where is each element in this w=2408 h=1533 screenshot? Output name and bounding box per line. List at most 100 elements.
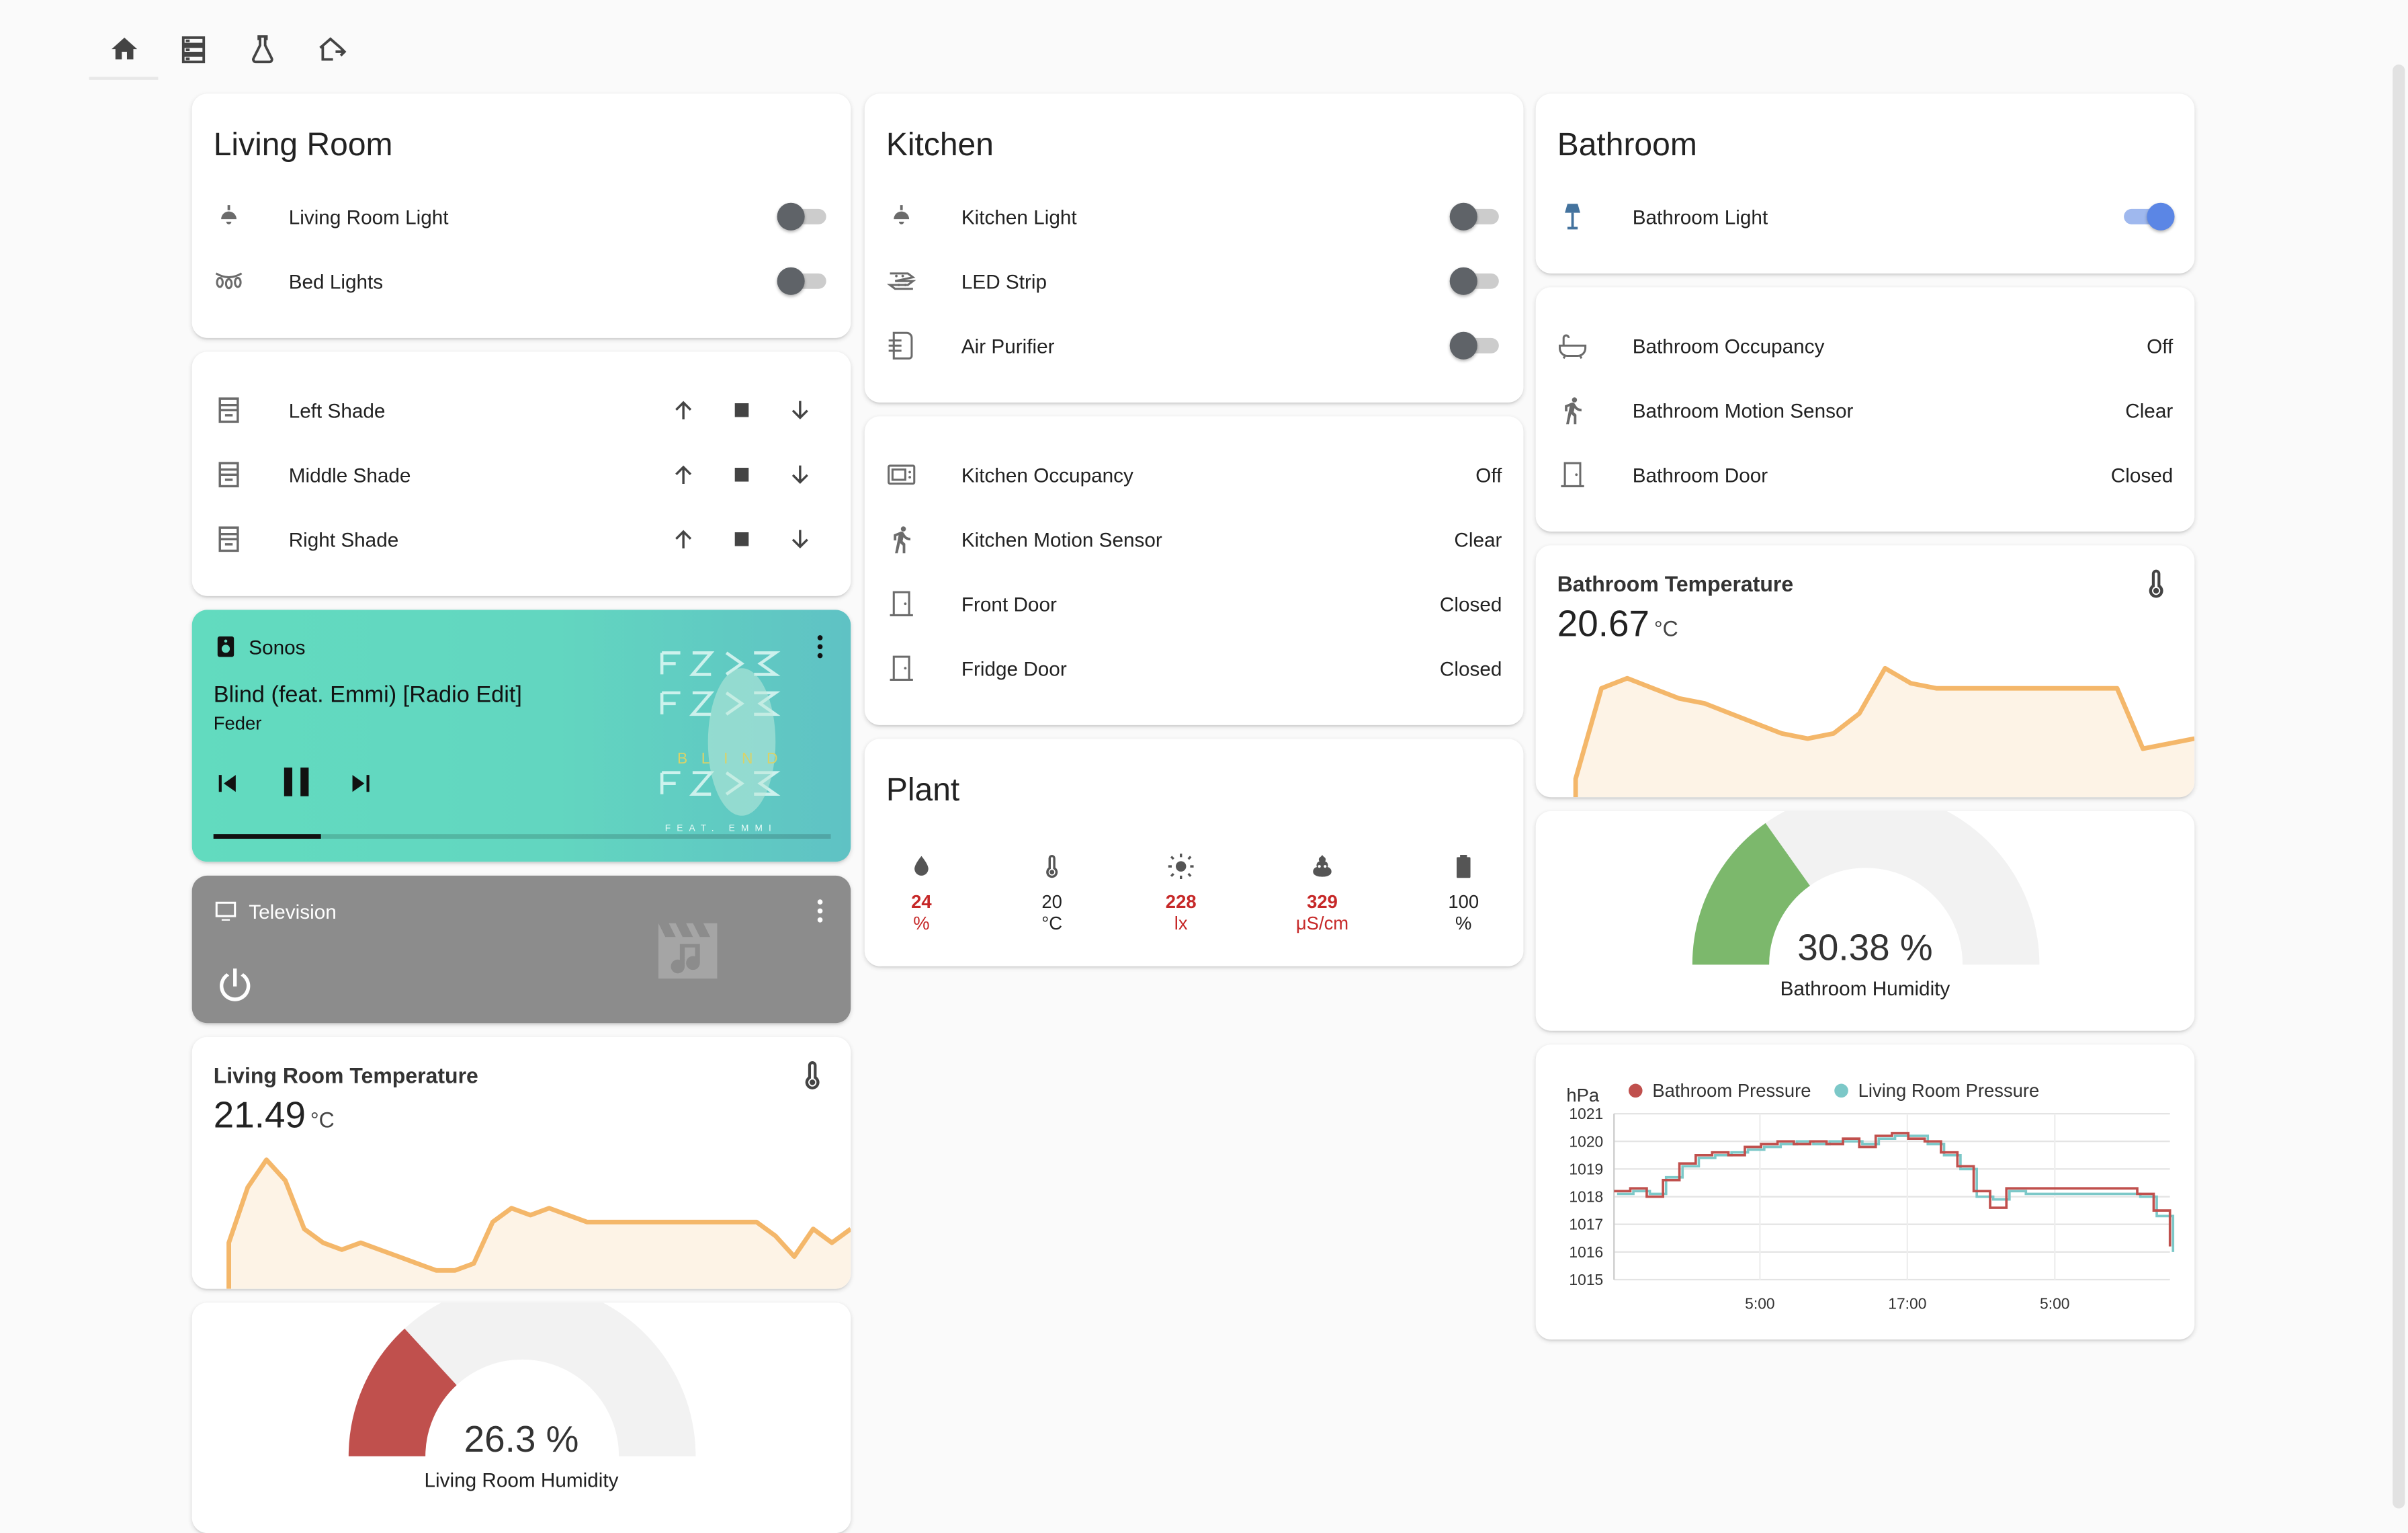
entity-row[interactable]: LED Strip — [886, 263, 1502, 300]
open-button[interactable] — [654, 461, 713, 489]
legend-entry[interactable]: Bathroom Pressure — [1652, 1080, 1811, 1101]
plant-temperature[interactable]: 20 °C — [1006, 853, 1098, 934]
album-art: BLIND FEAT. EMMI — [660, 651, 791, 833]
dashboard: Living Room Living Room Light Bed Lights… — [0, 0, 2408, 1533]
cover-row[interactable]: Middle Shade — [214, 456, 830, 493]
home-icon — [110, 37, 137, 60]
entity-row[interactable]: Living Room Light — [214, 198, 830, 235]
arrow-up-icon — [675, 530, 692, 548]
thermometer-icon — [2149, 569, 2163, 598]
entity-row[interactable]: Bathroom Door Closed — [1557, 456, 2173, 493]
bathtub-icon — [1558, 334, 1587, 360]
card-title: Plant — [886, 772, 960, 809]
tab-home-export[interactable] — [296, 22, 366, 77]
bed-lights-toggle[interactable] — [777, 267, 830, 295]
sensor-value: 21.49 — [213, 1095, 306, 1137]
bathroom-pressure-line — [1614, 1132, 2172, 1247]
ceiling-light-icon — [894, 205, 910, 224]
legend-swatch[interactable] — [1834, 1083, 1848, 1098]
bathroom-sensors-card: Bathroom Occupancy Off Bathroom Motion S… — [1535, 287, 2195, 532]
previous-track-icon[interactable] — [210, 767, 244, 800]
close-button[interactable] — [771, 526, 829, 553]
led-strip-toggle[interactable] — [1449, 267, 1502, 295]
entity-state: Clear — [2125, 399, 2174, 422]
entity-row[interactable]: Fridge Door Closed — [886, 650, 1502, 687]
entity-name: Fridge Door — [961, 657, 1067, 680]
power-icon[interactable] — [214, 963, 257, 1006]
tab-server[interactable] — [158, 22, 227, 77]
tab-home[interactable] — [89, 22, 159, 80]
kitchen-light-toggle[interactable] — [1449, 202, 1502, 231]
entity-name: Kitchen Light — [961, 205, 1077, 229]
page-scrollbar[interactable] — [2393, 64, 2405, 1509]
flask-icon — [251, 35, 273, 64]
air-purifier-toggle[interactable] — [1449, 331, 1502, 360]
stop-button[interactable] — [713, 397, 771, 424]
next-track-icon[interactable] — [344, 767, 378, 800]
legend-swatch[interactable] — [1628, 1083, 1643, 1098]
living-room-temperature-card[interactable]: Living Room Temperature 21.49 °C — [191, 1036, 851, 1289]
plant-value: 20 — [1041, 890, 1062, 913]
arrow-down-icon — [791, 401, 808, 419]
entity-name: Bathroom Door — [1632, 463, 1768, 487]
bathroom-light-toggle[interactable] — [2121, 202, 2175, 231]
pause-icon[interactable] — [272, 757, 321, 806]
battery-icon — [1456, 854, 1471, 878]
sensor-unit: °C — [1653, 616, 1678, 641]
door-icon — [890, 591, 913, 616]
card-title: Bathroom — [1557, 127, 1697, 163]
entity-name: Bathroom Motion Sensor — [1632, 399, 1854, 422]
progress-bar[interactable] — [213, 834, 831, 839]
view-tabs — [89, 22, 366, 83]
entity-row[interactable]: Bathroom Occupancy Off — [1557, 327, 2173, 364]
more-vertical-icon[interactable] — [805, 631, 836, 662]
album-art-title: BLIND — [677, 749, 791, 767]
entity-row[interactable]: Front Door Closed — [886, 585, 1502, 622]
arrow-up-icon — [675, 465, 692, 484]
y-axis-label: hPa — [1566, 1085, 1600, 1106]
y-tick-label: 1020 — [1569, 1132, 1603, 1150]
pressure-history-card: hPa 1021 1020 1019 1018 1017 1016 1015 5:00 17:00… — [1535, 1044, 2195, 1340]
entity-row[interactable]: Bed Lights — [214, 263, 830, 300]
entity-name: Bathroom Occupancy — [1632, 334, 1825, 358]
entity-row[interactable]: Bathroom Motion Sensor Clear — [1557, 392, 2174, 429]
cover-row[interactable]: Left Shade — [214, 392, 830, 429]
open-button[interactable] — [654, 526, 713, 553]
plant-unit: μS/cm — [1295, 912, 1349, 934]
living-room-pressure-line — [1617, 1134, 2175, 1252]
entity-name: Middle Shade — [288, 463, 411, 487]
plant-illuminance[interactable]: 228 lx — [1135, 853, 1227, 934]
plant-conductivity[interactable]: 329 μS/cm — [1276, 853, 1368, 934]
close-button[interactable] — [771, 461, 829, 489]
stop-icon — [734, 467, 749, 482]
entity-row[interactable]: Kitchen Light — [886, 198, 1502, 235]
sensor-unit: °C — [310, 1107, 335, 1132]
close-button[interactable] — [771, 397, 829, 424]
album-art-subtitle: FEAT. EMMI — [665, 823, 777, 833]
door-icon — [890, 655, 913, 681]
plant-moisture[interactable]: 24 % — [875, 853, 968, 934]
plant-battery[interactable]: 100 % — [1418, 853, 1510, 934]
y-tick-label: 1021 — [1569, 1105, 1603, 1122]
cover-row[interactable]: Right Shade — [214, 521, 830, 558]
open-button[interactable] — [654, 397, 713, 424]
tab-lab[interactable] — [227, 22, 296, 77]
bathroom-temperature-card[interactable]: Bathroom Temperature 20.67 °C — [1535, 545, 2195, 798]
entity-row[interactable]: Air Purifier — [886, 327, 1502, 364]
entity-name: LED Strip — [961, 270, 1047, 293]
walk-icon — [894, 526, 911, 554]
entity-row[interactable]: Kitchen Occupancy Off — [886, 456, 1502, 493]
stop-button[interactable] — [713, 526, 771, 553]
more-vertical-icon[interactable] — [805, 896, 836, 927]
legend-entry[interactable]: Living Room Pressure — [1858, 1080, 2040, 1101]
bathroom-humidity-card[interactable]: 30.38 % Bathroom Humidity — [1535, 811, 2195, 1031]
entity-row[interactable]: Kitchen Motion Sensor Clear — [886, 521, 1502, 558]
entity-row[interactable]: Bathroom Light — [1557, 198, 2175, 235]
floor-lamp-icon — [1565, 204, 1580, 230]
living-room-humidity-card[interactable]: 26.3 % Living Room Humidity — [191, 1302, 851, 1533]
y-tick-label: 1016 — [1569, 1243, 1603, 1261]
living-room-light-toggle[interactable] — [777, 202, 830, 231]
entity-name: Air Purifier — [961, 334, 1055, 358]
stop-button[interactable] — [713, 461, 771, 489]
y-tick-label: 1019 — [1569, 1160, 1603, 1177]
